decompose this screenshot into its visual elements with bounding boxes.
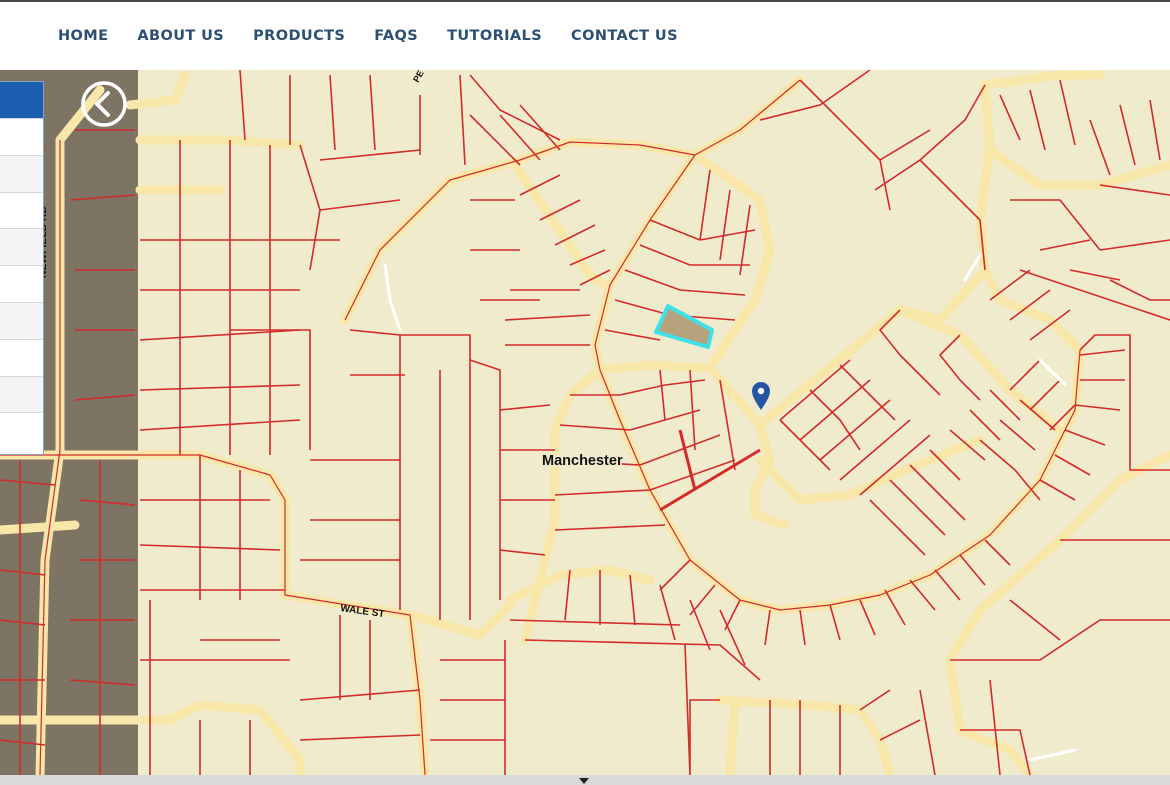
nav-faqs[interactable]: FAQS	[374, 28, 418, 44]
layer-panel-row[interactable]	[0, 228, 43, 266]
road-network	[0, 70, 1170, 775]
selected-parcel[interactable]	[654, 304, 714, 349]
layer-panel-row[interactable]	[0, 338, 43, 376]
nav-products[interactable]: PRODUCTS	[253, 28, 345, 44]
bottom-panel-bar[interactable]	[0, 775, 1170, 785]
place-label-manchester: Manchester	[542, 453, 623, 469]
layer-panel-header[interactable]	[0, 82, 43, 118]
nav-tutorials[interactable]: TUTORIALS	[447, 28, 542, 44]
main-nav: HOME ABOUT US PRODUCTS FAQS TUTORIALS CO…	[58, 28, 707, 44]
chevron-left-icon	[81, 81, 127, 127]
nav-home[interactable]: HOME	[58, 28, 108, 44]
layer-panel-row[interactable]	[0, 191, 43, 229]
layer-panel-row[interactable]	[0, 375, 43, 413]
nav-about-us[interactable]: ABOUT US	[137, 28, 224, 44]
street-label-top: PE PL NEW	[411, 70, 445, 84]
caret-down-icon[interactable]	[579, 778, 589, 784]
layer-panel-row[interactable]	[0, 265, 43, 302]
parcel-map[interactable]: Manchester WALE ST NEWFIELD RD PE PL NEW	[0, 70, 1170, 775]
layer-panel-row[interactable]	[0, 118, 43, 155]
parcel-boundaries	[0, 70, 1170, 775]
nav-contact-us[interactable]: CONTACT US	[571, 28, 678, 44]
layer-panel-row[interactable]	[0, 412, 43, 449]
collapse-panel-button[interactable]	[80, 80, 128, 128]
layer-panel[interactable]	[0, 81, 44, 455]
layer-panel-row[interactable]	[0, 154, 43, 192]
layer-panel-row[interactable]	[0, 301, 43, 339]
map-pin-icon[interactable]	[752, 382, 770, 410]
top-navigation-bar: HOME ABOUT US PRODUCTS FAQS TUTORIALS CO…	[0, 0, 1170, 70]
map-canvas[interactable]: Manchester WALE ST NEWFIELD RD PE PL NEW	[0, 70, 1170, 775]
